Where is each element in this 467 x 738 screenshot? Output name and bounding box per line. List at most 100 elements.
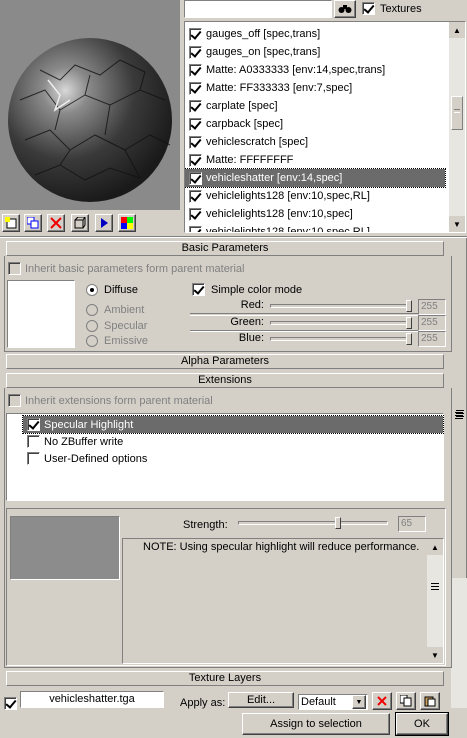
material-visible-checkbox[interactable] <box>189 117 202 131</box>
material-visible-checkbox[interactable] <box>189 81 202 95</box>
texture-layer-checkbox[interactable] <box>4 697 17 710</box>
specular-note: NOTE: Using specular highlight will redu… <box>143 541 420 553</box>
extension-list-item[interactable]: No ZBuffer write <box>23 433 443 450</box>
textures-checkbox[interactable] <box>362 2 375 15</box>
scroll-thumb[interactable] <box>451 96 463 130</box>
material-search-input[interactable] <box>184 0 332 18</box>
green-slider[interactable] <box>270 321 412 325</box>
alpha-parameters-header[interactable]: Alpha Parameters <box>6 354 444 369</box>
binoculars-icon[interactable] <box>334 0 356 18</box>
paste-layer-icon[interactable] <box>420 692 440 710</box>
diffuse-radio[interactable] <box>86 284 98 296</box>
simple-color-mode-checkbox[interactable] <box>192 283 205 296</box>
material-visible-checkbox[interactable] <box>189 225 202 232</box>
scroll-down-icon[interactable]: ▼ <box>449 216 465 232</box>
material-visible-checkbox[interactable] <box>189 153 202 167</box>
ambient-radio[interactable] <box>86 304 98 316</box>
material-list-item[interactable]: carpback [spec] <box>185 115 445 133</box>
material-list-item[interactable]: Matte: A0333333 [env:14,spec,trans] <box>185 61 445 79</box>
blue-slider-thumb[interactable] <box>406 333 412 345</box>
note-scrollbar[interactable]: ▲ ▼ <box>427 539 443 663</box>
material-visible-checkbox[interactable] <box>189 189 202 203</box>
material-visible-checkbox[interactable] <box>189 171 202 185</box>
remove-layer-icon[interactable] <box>372 692 392 710</box>
green-slider-thumb[interactable] <box>406 317 412 329</box>
green-label: Green: <box>230 316 264 328</box>
emissive-radio[interactable] <box>86 335 98 347</box>
green-value[interactable]: 255 <box>418 315 446 331</box>
blend-dropdown-icon[interactable]: ▼ <box>352 695 366 709</box>
edit-texture-button[interactable]: Edit... <box>228 692 294 708</box>
textures-label: Textures <box>380 2 422 15</box>
material-label: carpback [spec] <box>206 118 284 130</box>
material-list-item[interactable]: vehiclescratch [spec] <box>185 133 445 151</box>
material-list-item[interactable]: Matte: FF333333 [env:7,spec] <box>185 79 445 97</box>
delete-material-icon[interactable] <box>47 214 65 232</box>
material-list-item[interactable]: gauges_on [spec,trans] <box>185 43 445 61</box>
extension-checkbox[interactable] <box>27 452 40 465</box>
new-material-icon[interactable] <box>2 214 20 232</box>
material-visible-checkbox[interactable] <box>189 27 202 41</box>
material-label: Matte: FF333333 [env:7,spec] <box>206 82 353 94</box>
texture-layers-header[interactable]: Texture Layers <box>6 671 444 686</box>
inherit-basic-label: Inherit basic parameters form parent mat… <box>25 262 245 275</box>
extension-checkbox[interactable] <box>27 435 40 448</box>
material-list-item[interactable]: vehiclelights128 [env:10,spec,RL] <box>185 223 445 232</box>
texture-file-field[interactable]: vehicleshatter.tga <box>20 691 164 708</box>
specular-color-swatch[interactable] <box>10 516 120 580</box>
extension-checkbox[interactable] <box>27 418 40 431</box>
basic-parameters-header[interactable]: Basic Parameters <box>6 241 444 256</box>
strength-label: Strength: <box>183 519 228 531</box>
red-slider-thumb[interactable] <box>406 300 412 312</box>
blue-slider[interactable] <box>270 337 412 341</box>
strength-slider-thumb[interactable] <box>335 517 341 529</box>
material-visible-checkbox[interactable] <box>189 63 202 77</box>
color-palette-icon[interactable] <box>118 214 136 232</box>
assign-to-selection-button[interactable]: Assign to selection <box>242 713 390 735</box>
panel-scrollbar[interactable] <box>451 238 467 708</box>
inherit-basic-checkbox[interactable] <box>8 262 21 275</box>
material-list-item[interactable]: gauges_off [spec,trans] <box>185 25 445 43</box>
extension-label: Specular Highlight <box>44 418 134 431</box>
ambient-label: Ambient <box>104 304 145 316</box>
material-label: Matte: FFFFFFFF <box>206 154 294 166</box>
copy-layer-icon[interactable] <box>396 692 416 710</box>
ok-button[interactable]: OK <box>395 712 449 736</box>
material-label: Matte: A0333333 [env:14,spec,trans] <box>206 64 386 76</box>
blend-mode-value: Default <box>301 696 336 708</box>
blue-value[interactable]: 255 <box>418 331 446 347</box>
material-visible-checkbox[interactable] <box>189 207 202 221</box>
material-list[interactable]: gauges_off [spec,trans] gauges_on [spec,t… <box>184 21 466 233</box>
strength-slider[interactable] <box>238 521 388 525</box>
material-visible-checkbox[interactable] <box>189 45 202 59</box>
material-list-item[interactable]: vehicleshatter [env:14,spec] <box>185 168 446 188</box>
red-slider[interactable] <box>270 304 412 308</box>
cube-preview-icon[interactable] <box>71 214 89 232</box>
scroll-up-icon[interactable]: ▲ <box>449 22 465 38</box>
copy-material-icon[interactable] <box>24 214 42 232</box>
extension-list-item[interactable]: User-Defined options <box>23 450 443 467</box>
specular-radio[interactable] <box>86 320 98 332</box>
material-list-item[interactable]: vehiclelights128 [env:10,spec,RL] <box>185 187 445 205</box>
material-list-item[interactable]: carplate [spec] <box>185 97 445 115</box>
extensions-list[interactable]: Specular Highlight No ZBuffer write User-D… <box>6 413 444 501</box>
strength-value[interactable]: 65 <box>398 516 426 532</box>
note-scroll-up-icon[interactable]: ▲ <box>427 539 443 555</box>
extension-list-item[interactable]: Specular Highlight <box>22 415 444 434</box>
play-preview-icon[interactable] <box>95 214 113 232</box>
material-list-item[interactable]: Matte: FFFFFFFF <box>185 151 445 169</box>
extensions-header[interactable]: Extensions <box>6 373 444 388</box>
inherit-extensions-label: Inherit extensions form parent material <box>25 394 213 407</box>
simple-color-mode-label: Simple color mode <box>211 283 303 296</box>
note-grip-icon <box>431 583 439 591</box>
specular-note-area: NOTE: Using specular highlight will redu… <box>122 538 444 664</box>
material-visible-checkbox[interactable] <box>189 99 202 113</box>
material-list-scrollbar[interactable]: ▲ ▼ <box>449 22 465 232</box>
note-scroll-down-icon[interactable]: ▼ <box>427 647 443 663</box>
inherit-extensions-checkbox[interactable] <box>8 394 21 407</box>
material-label: vehiclelights128 [env:10,spec] <box>206 208 353 220</box>
material-list-item[interactable]: vehiclelights128 [env:10,spec] <box>185 205 445 223</box>
red-value[interactable]: 255 <box>418 299 446 315</box>
color-swatch[interactable] <box>7 280 75 348</box>
material-visible-checkbox[interactable] <box>189 135 202 149</box>
